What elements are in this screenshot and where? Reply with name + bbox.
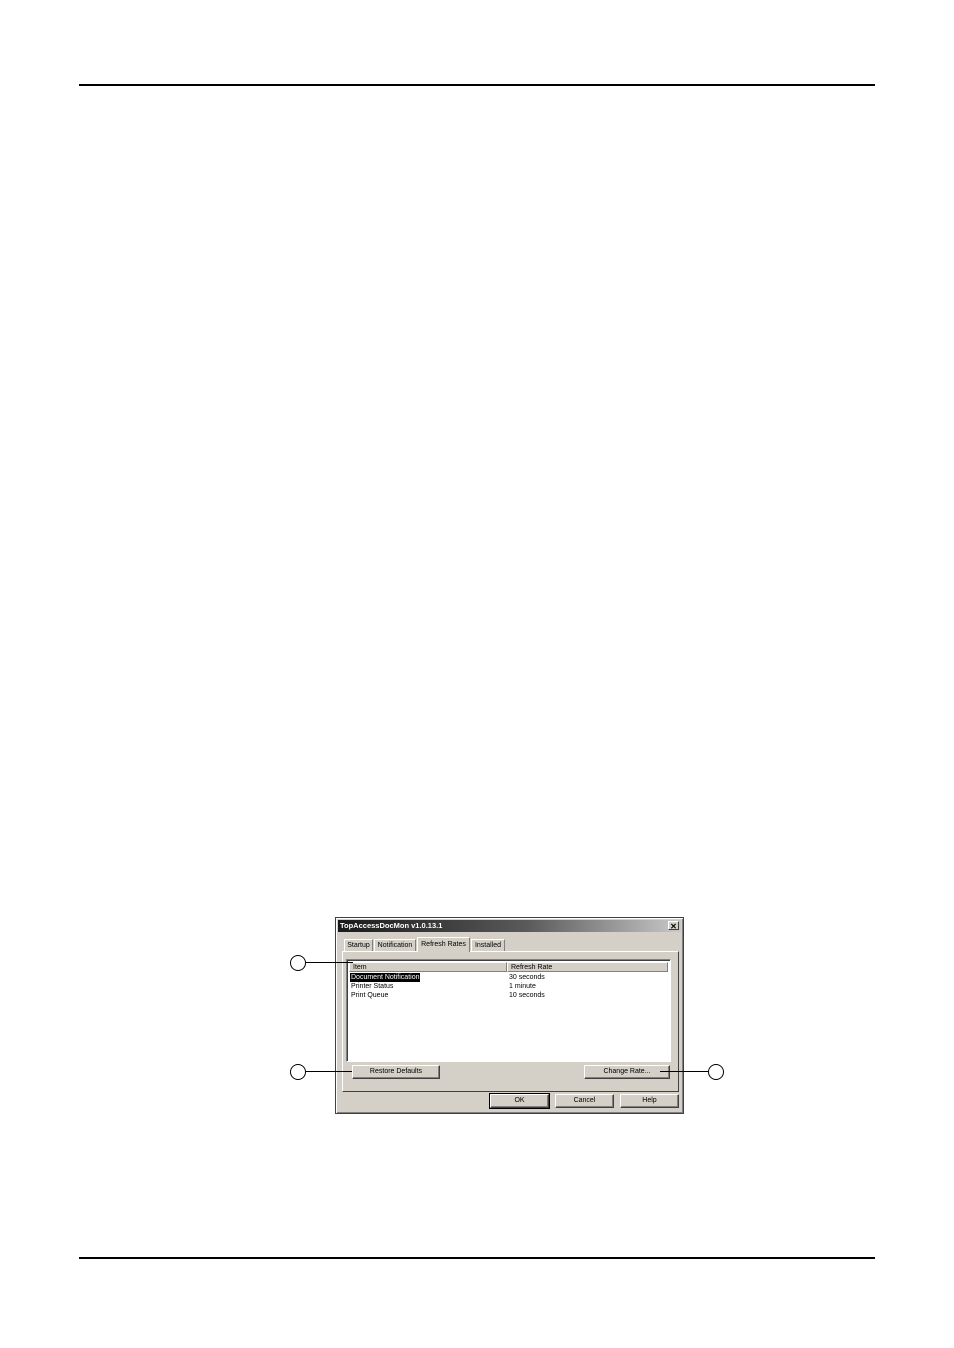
list-item-rate: 1 minute <box>509 983 536 990</box>
cancel-button[interactable]: Cancel <box>555 1094 614 1108</box>
tab-notification[interactable]: Notification <box>374 939 416 951</box>
list-item[interactable]: Document Notification 30 seconds <box>349 973 668 982</box>
refresh-rates-list[interactable]: Item Refresh Rate Document Notification … <box>346 959 671 1062</box>
callout-leader-list <box>306 962 353 963</box>
tab-startup[interactable]: Startup <box>344 939 373 951</box>
header-rule <box>79 84 875 86</box>
list-item-name: Print Queue <box>351 992 389 999</box>
callout-marker-change-rate <box>708 1064 724 1080</box>
title-bar[interactable]: TopAccessDocMon v1.0.13.1 ✕ <box>338 920 681 932</box>
list-item[interactable]: Printer Status 1 minute <box>349 982 668 991</box>
close-icon[interactable]: ✕ <box>668 921 679 931</box>
callout-leader-restore-defaults <box>306 1071 352 1072</box>
footer-rule <box>79 1257 875 1259</box>
window-title: TopAccessDocMon v1.0.13.1 <box>340 921 443 930</box>
list-item-name: Printer Status <box>351 983 394 990</box>
callout-leader-change-rate <box>660 1071 708 1072</box>
ok-button[interactable]: OK <box>489 1093 550 1109</box>
tab-installed[interactable]: Installed <box>471 939 505 951</box>
list-item-rate: 10 seconds <box>509 992 545 999</box>
list-item-rate: 30 seconds <box>509 974 545 981</box>
callout-marker-list <box>290 955 306 971</box>
restore-defaults-button[interactable]: Restore Defaults <box>352 1065 440 1079</box>
list-header: Item Refresh Rate <box>349 962 668 972</box>
tab-refresh-rates[interactable]: Refresh Rates <box>417 937 470 952</box>
callout-marker-restore-defaults <box>290 1064 306 1080</box>
topaccess-docmon-dialog: TopAccessDocMon v1.0.13.1 ✕ Startup Noti… <box>335 917 684 1114</box>
list-item-name: Document Notification <box>350 973 421 982</box>
list-item[interactable]: Print Queue 10 seconds <box>349 991 668 1000</box>
column-header-refresh-rate[interactable]: Refresh Rate <box>507 962 668 972</box>
help-button[interactable]: Help <box>620 1094 679 1108</box>
column-header-item[interactable]: Item <box>349 962 507 972</box>
change-rate-button[interactable]: Change Rate... <box>584 1065 670 1079</box>
